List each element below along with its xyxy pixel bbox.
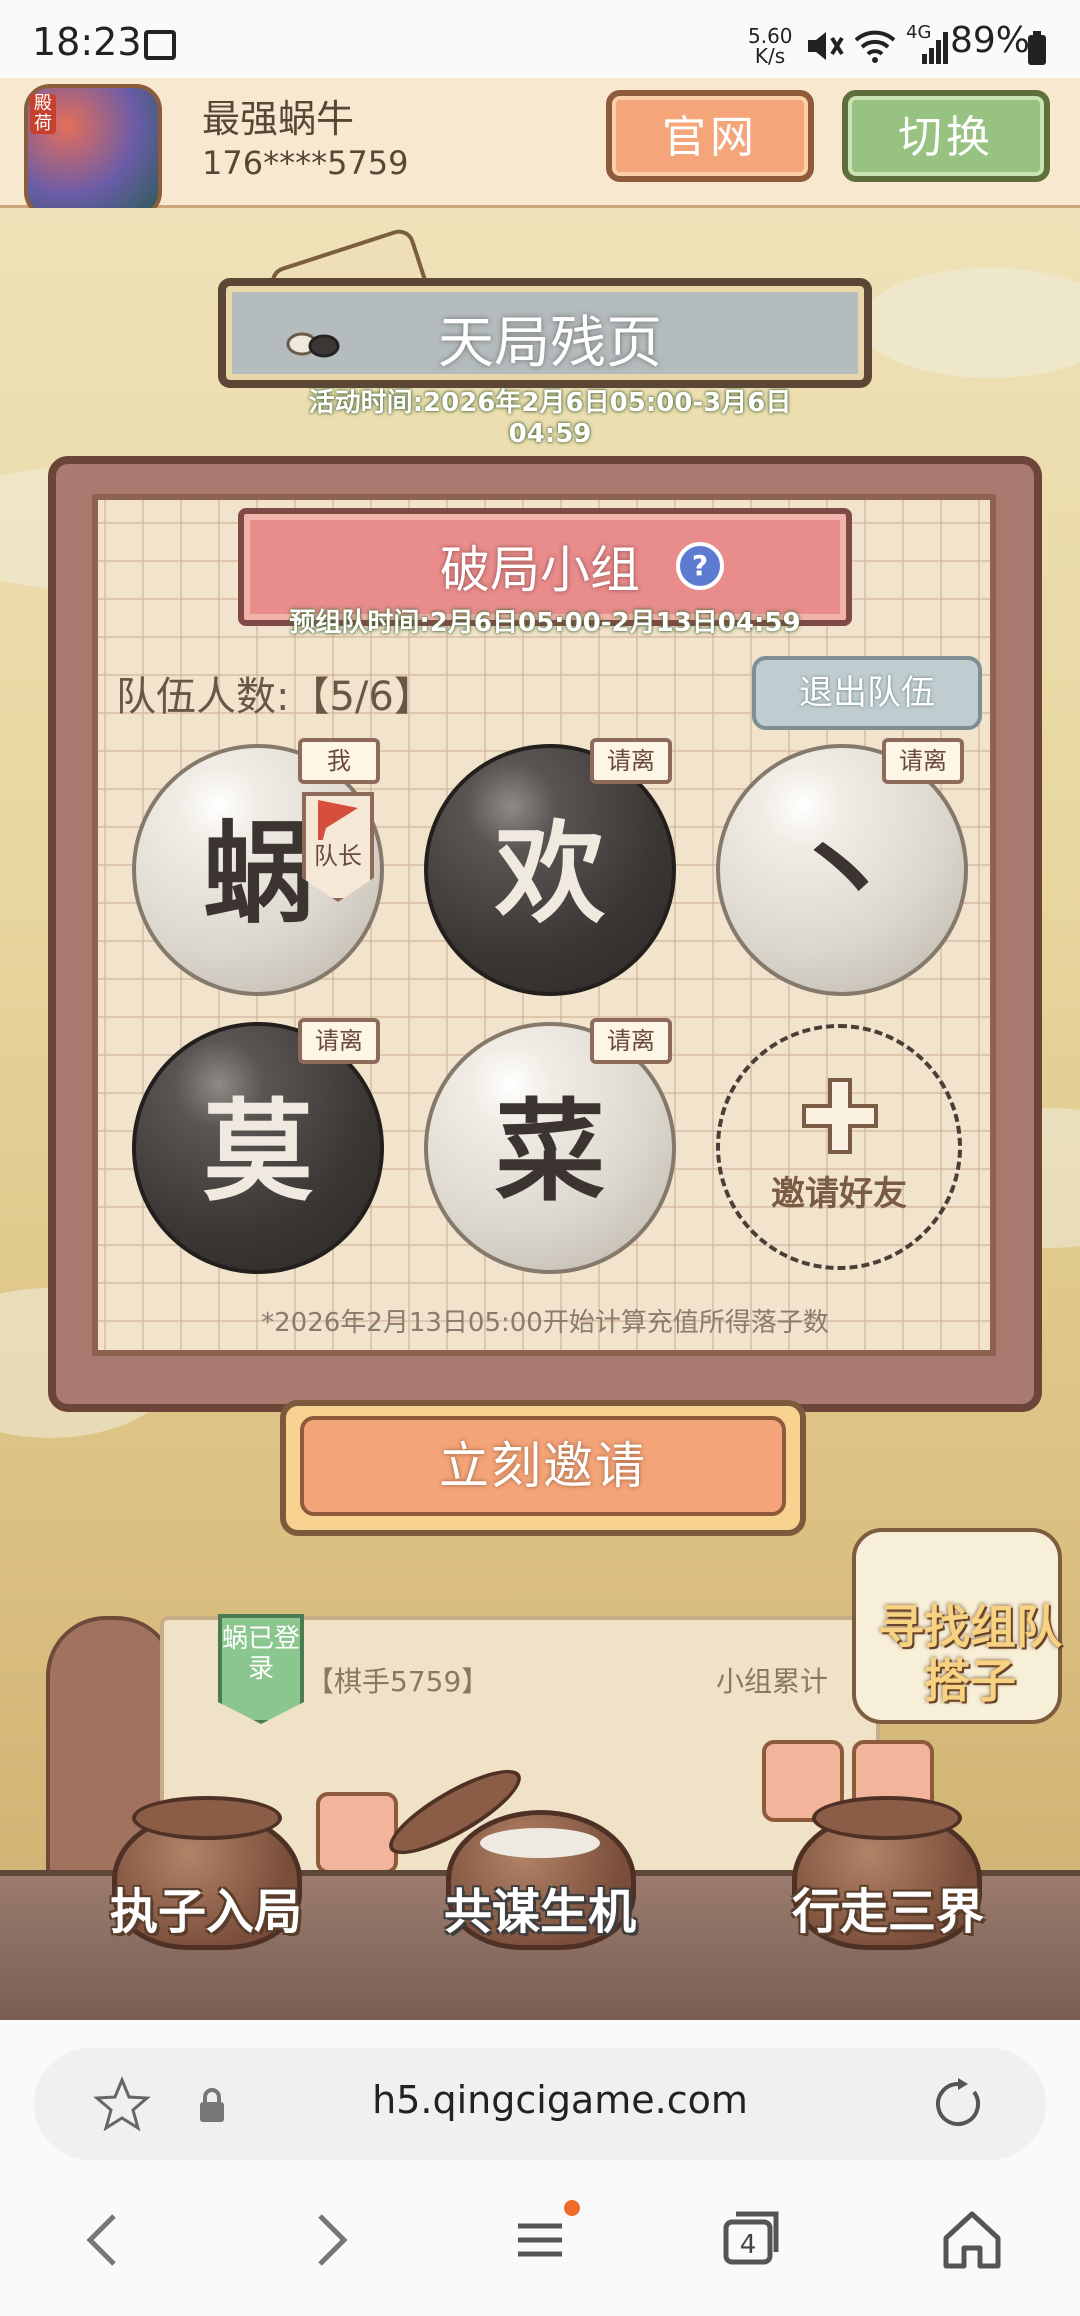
key-icon[interactable] [316,1792,398,1874]
gallery-notification-icon [144,30,176,60]
back-icon[interactable] [66,2200,146,2280]
bookmark-star-icon[interactable] [92,2076,152,2134]
remove-member-button[interactable]: 请离 [590,1018,672,1064]
forward-icon[interactable] [288,2200,368,2280]
net-speed: 5.60 K/s [748,24,793,68]
group-title: 破局小组 [440,541,640,599]
battery-percent: 89% [950,20,1031,61]
player-name: 【棋手5759】 [306,1665,490,1698]
clock: 18:23 [32,20,142,64]
invite-now-button[interactable]: 立刻邀请 [300,1416,786,1516]
nav-play[interactable]: 执子入局 [96,1872,316,1942]
official-site-button[interactable]: 官网 [606,90,814,182]
url-text[interactable]: h5.qingcigame.com [300,2078,820,2122]
leader-label: 队长 [314,842,362,870]
remove-member-button[interactable]: 请离 [882,738,964,784]
team-member-count: 队伍人数:【5/6】 [116,674,434,720]
signal-icon [922,32,948,64]
invite-friend-label: 邀请好友 [771,1174,907,1214]
switch-account-button[interactable]: 切换 [842,90,1050,182]
user-phone: 176****5759 [202,144,409,182]
reload-icon[interactable] [928,2074,988,2134]
menu-icon[interactable] [500,2200,580,2280]
mute-icon [808,32,844,60]
pre-team-time: 预组队时间:2月6日05:00-2月13日04:59 [289,608,801,638]
leave-team-button[interactable]: 退出队伍 [752,656,982,730]
go-stones-icon [286,332,340,358]
group-accumulated-label: 小组累计 [716,1665,829,1698]
event-time: 活动时间:2026年2月6日05:00-3月6日04:59 [308,388,792,449]
wifi-icon [854,30,896,63]
user-name: 最强蜗牛 [202,97,355,141]
white-stones [480,1828,600,1858]
nav-cooperate[interactable]: 共谋生机 [430,1872,650,1942]
find-partner-label: 寻找组队搭子 [878,1600,1062,1708]
game-app-icon: 殿荷 [24,84,162,218]
event-title: 天局残页 [438,311,662,376]
plus-icon [802,1078,878,1154]
pot-lid [132,1796,282,1840]
login-status-badge: 蜗已登录 [218,1614,304,1724]
app-icon-tag: 殿荷 [30,94,56,134]
pot-lid [812,1796,962,1840]
tab-count: 4 [739,2230,757,2260]
recharge-notice: *2026年2月13日05:00开始计算充值所得落子数 [261,1308,829,1338]
help-icon[interactable]: ? [676,542,724,590]
nav-travel[interactable]: 行走三界 [778,1872,998,1942]
remove-member-button[interactable]: 请离 [298,1018,380,1064]
self-tag: 我 [298,738,380,784]
lock-icon [200,2088,224,2122]
battery-icon [1028,31,1046,65]
remove-member-button[interactable]: 请离 [590,738,672,784]
home-icon[interactable] [932,2200,1012,2280]
